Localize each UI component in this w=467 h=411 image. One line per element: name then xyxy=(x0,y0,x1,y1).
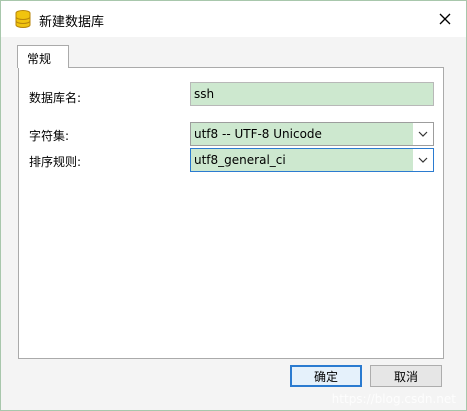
database-icon xyxy=(15,10,31,28)
db-name-input[interactable]: ssh xyxy=(190,82,434,106)
general-panel: 数据库名: ssh 字符集: utf8 -- UTF-8 Unicode 排序规… xyxy=(18,67,444,359)
charset-value: utf8 -- UTF-8 Unicode xyxy=(194,127,322,141)
tab-general-label: 常规 xyxy=(27,52,52,66)
charset-dropdown-button[interactable] xyxy=(413,123,433,145)
collation-dropdown-button[interactable] xyxy=(413,149,433,171)
chevron-down-icon xyxy=(418,157,428,163)
db-name-value: ssh xyxy=(194,87,215,101)
title-bar[interactable]: 新建数据库 xyxy=(1,1,466,37)
cancel-button[interactable]: 取消 xyxy=(370,365,442,387)
charset-select[interactable]: utf8 -- UTF-8 Unicode xyxy=(190,122,434,146)
collation-label: 排序规则: xyxy=(29,155,82,169)
close-button[interactable] xyxy=(434,8,456,30)
collation-select[interactable]: utf8_general_ci xyxy=(190,148,434,172)
window-title: 新建数据库 xyxy=(39,15,105,30)
collation-value: utf8_general_ci xyxy=(194,153,286,167)
charset-label: 字符集: xyxy=(29,129,70,143)
db-name-label: 数据库名: xyxy=(29,91,82,105)
watermark-text: https://blog.csdn.net xyxy=(331,392,456,406)
chevron-down-icon xyxy=(418,131,428,137)
ok-button[interactable]: 确定 xyxy=(290,365,362,387)
tab-general[interactable]: 常规 xyxy=(17,45,69,68)
new-database-dialog: 新建数据库 常规 数据库名: ssh 字符集: utf8 -- UTF-8 Un… xyxy=(0,0,467,411)
close-icon xyxy=(439,13,451,25)
